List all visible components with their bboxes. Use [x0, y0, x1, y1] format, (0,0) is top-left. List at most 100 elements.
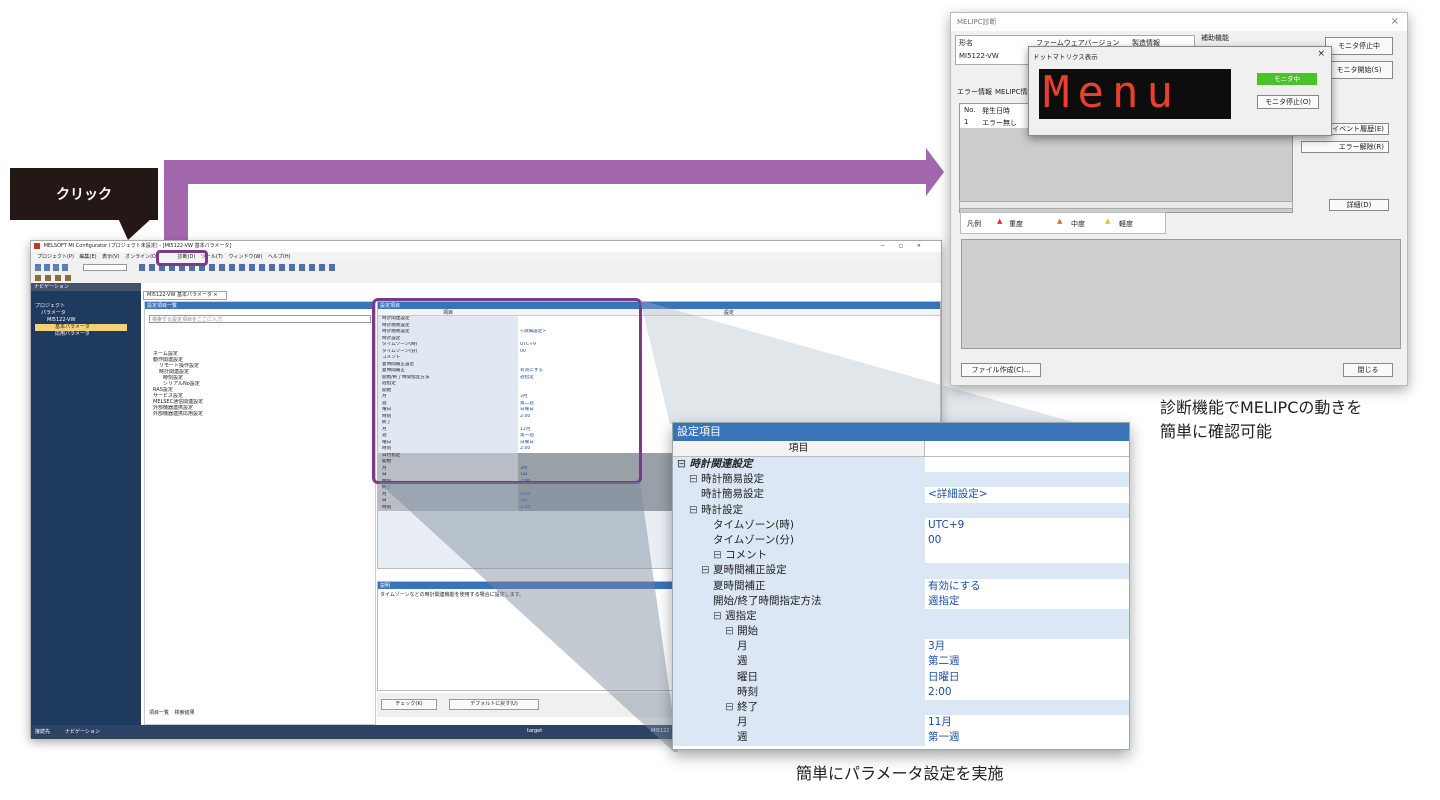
expand-toggle-icon[interactable]: ⊟: [725, 625, 737, 637]
zoom-row-value: 第一週: [925, 730, 1129, 746]
zoom-row[interactable]: 時刻 2:00: [673, 684, 1129, 700]
start-monitor-button[interactable]: モニタ開始(S): [1325, 61, 1393, 79]
expand-toggle-icon[interactable]: ⊟: [725, 701, 737, 713]
close-dialog-button[interactable]: 閉じる: [1343, 363, 1393, 377]
zoom-row[interactable]: ⊟ 夏時間補正設定: [673, 563, 1129, 579]
file-create-button[interactable]: ファイル作成(C)...: [961, 363, 1041, 377]
minimize-button[interactable]: −: [880, 243, 898, 249]
zoom-row-label: 時計設定: [701, 503, 744, 516]
close-button[interactable]: ×: [917, 243, 935, 249]
tree-item[interactable]: 外部機器連携応用設定: [153, 411, 375, 417]
zoom-row[interactable]: タイムゾーン(分) 00: [673, 532, 1129, 549]
app-icon: [34, 243, 40, 249]
expand-toggle-icon[interactable]: ⊟: [713, 610, 725, 622]
zoom-row[interactable]: タイムゾーン(時) UTC+9: [673, 517, 1129, 533]
detail-button[interactable]: 詳細(D): [1329, 199, 1389, 211]
dot-matrix-dialog: ドットマトリクス表示 × Menu モニタ中 モニタ停止(O): [1028, 46, 1332, 136]
caption-diagnostics-line2: 簡単に確認可能: [1160, 422, 1273, 441]
zoom-row[interactable]: ⊟ コメント: [673, 548, 1129, 564]
col-model: 形名: [959, 39, 973, 47]
zoom-row[interactable]: ⊟ 時計関連設定: [673, 457, 1129, 473]
zoom-row-label: コメント: [725, 549, 768, 562]
tab-item-list[interactable]: 項目一覧: [149, 710, 169, 716]
toolbar-secondary-icons[interactable]: [35, 275, 75, 281]
monitoring-indicator: モニタ中: [1257, 73, 1317, 85]
zoom-row-value: [925, 700, 1129, 716]
zoom-row-label: 終了: [737, 701, 759, 713]
expand-toggle-icon[interactable]: ⊟: [701, 564, 713, 576]
zoom-row[interactable]: 夏時間補正 有効にする: [673, 578, 1129, 594]
dot-matrix-title: ドットマトリクス表示: [1033, 53, 1098, 61]
zoom-row-value: [925, 563, 1129, 579]
zoom-row-label: タイムゾーン(時): [713, 518, 794, 531]
zoom-row-value: 週指定: [925, 593, 1129, 609]
toolbar-dropdown[interactable]: [83, 264, 127, 271]
legend-major: 重度: [1009, 220, 1023, 228]
model-value: MI5122-VW: [959, 52, 999, 60]
zoom-row-value: [925, 624, 1129, 640]
maximize-button[interactable]: ◻: [899, 243, 917, 249]
error-clear-button[interactable]: エラー解除(R): [1301, 141, 1389, 153]
caption-diagnostics-line1: 診断機能でMELIPCの動きを: [1160, 398, 1363, 417]
zoom-row[interactable]: 月 3月: [673, 639, 1129, 655]
expand-toggle-icon[interactable]: ⊟: [689, 504, 701, 516]
flow-arrow-horizontal: [164, 160, 934, 184]
nav-item-basic-parameter[interactable]: 基本パラメータ: [35, 324, 127, 331]
zoom-row[interactable]: 月 11月: [673, 715, 1129, 731]
status-connection[interactable]: 接続先: [35, 728, 50, 735]
zoom-row[interactable]: 曜日 日曜日: [673, 669, 1129, 685]
tab-search-results[interactable]: 検索結果: [175, 710, 195, 716]
zoom-row[interactable]: ⊟ 時計設定: [673, 502, 1129, 518]
zoom-row-label: タイムゾーン(分): [713, 533, 794, 546]
tab-error-info[interactable]: エラー情報: [957, 87, 992, 97]
nav-item-mi5122[interactable]: MI5122-VW: [35, 317, 141, 324]
zoom-row-value: [925, 502, 1129, 518]
stop-monitor-button[interactable]: モニタ停止(O): [1257, 95, 1319, 109]
nav-header: ナビゲーション: [31, 283, 141, 291]
monitor-stopped-button[interactable]: モニタ停止中: [1325, 37, 1393, 55]
menu-window[interactable]: ウィンドウ(W): [228, 254, 262, 260]
caption-parameter: 簡単にパラメータ設定を実施: [796, 764, 1004, 783]
zoom-row-label: 時計簡易設定: [701, 473, 765, 486]
window-controls[interactable]: −◻×: [880, 241, 935, 252]
setting-item-list: 設定項目一覧 検索する設定項目をここに入力 ネーム設定 動作関連設定 リモート操作設…: [144, 301, 376, 725]
zoom-row[interactable]: ⊟ 時計簡易設定: [673, 472, 1129, 488]
menu-project[interactable]: プロジェクト(P): [37, 254, 74, 260]
callout-tail: [118, 218, 152, 240]
expand-toggle-icon[interactable]: ⊟: [677, 458, 689, 470]
zoom-row[interactable]: 週 第二週: [673, 654, 1129, 670]
click-callout: クリック: [10, 168, 158, 220]
zoom-row[interactable]: ⊟ 開始: [673, 624, 1129, 640]
menu-view[interactable]: 表示(V): [102, 254, 119, 260]
search-input[interactable]: 検索する設定項目をここに入力: [149, 315, 371, 323]
legend-minor: 軽度: [1119, 220, 1133, 228]
tree-header: 設定項目一覧: [145, 302, 375, 309]
dialog-close-icon[interactable]: ×: [1391, 16, 1399, 27]
zoom-row[interactable]: ⊟ 終了: [673, 700, 1129, 716]
zoom-row-label: 月: [737, 640, 748, 653]
zoom-row-value: 有効にする: [925, 578, 1129, 594]
zoom-row-value: 日曜日: [925, 669, 1129, 685]
nav-item-parameter[interactable]: パラメータ: [35, 310, 141, 317]
zoom-row-value: [925, 548, 1129, 564]
menu-edit[interactable]: 編集(E): [80, 254, 97, 260]
toolbar-file-icons[interactable]: [35, 264, 71, 271]
menu-online[interactable]: オンライン(O): [125, 254, 158, 260]
zoom-row[interactable]: 開始/終了時間指定方法 週指定: [673, 593, 1129, 609]
expand-toggle-icon[interactable]: ⊟: [689, 473, 701, 485]
zoom-row-value: 11月: [925, 715, 1129, 731]
tab-basic-parameter[interactable]: MI5122-VW 基本パラメータ ×: [143, 291, 227, 300]
status-navigation[interactable]: ナビゲーション: [65, 728, 100, 735]
horizontal-scrollbar[interactable]: [959, 201, 1293, 209]
zoom-row-value: <詳細設定>: [925, 487, 1129, 503]
expand-toggle-icon[interactable]: ⊟: [713, 549, 725, 561]
zoom-row[interactable]: ⊟ 週指定: [673, 608, 1129, 625]
zoom-row[interactable]: 時計簡易設定 <詳細設定>: [673, 487, 1129, 503]
dot-matrix-close-icon[interactable]: ×: [1317, 49, 1325, 59]
legend-label: 凡例: [967, 220, 981, 228]
zoom-row[interactable]: 週 第一週: [673, 730, 1129, 746]
menu-help[interactable]: ヘルプ(H): [268, 254, 291, 260]
toolbar-secondary: [31, 273, 941, 283]
nav-item-project[interactable]: プロジェクト: [35, 303, 141, 310]
nav-item-applied-parameter[interactable]: 応用パラメータ: [35, 331, 141, 338]
